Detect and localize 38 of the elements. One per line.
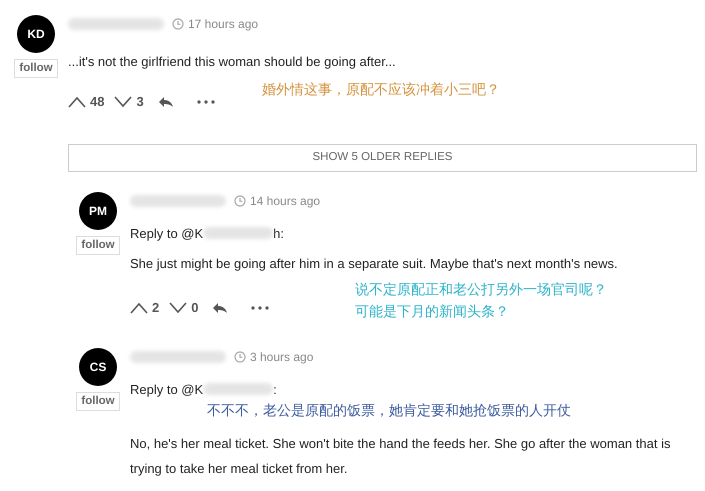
downvote-button[interactable]: 3 xyxy=(114,92,144,112)
chevron-down-icon xyxy=(114,96,132,108)
upvote-button[interactable]: 48 xyxy=(68,92,104,112)
avatar: PM xyxy=(79,192,117,230)
chevron-up-icon xyxy=(130,302,148,314)
post-time: 17 hours ago xyxy=(172,15,258,33)
annotation-text: 婚外情这事，原配不应该冲着小三吧？ xyxy=(262,81,500,100)
show-older-replies-button[interactable]: SHOW 5 OLDER REPLIES xyxy=(68,144,697,172)
follow-button[interactable]: follow xyxy=(14,59,58,78)
reply-to-text: h: xyxy=(273,224,284,242)
more-icon[interactable] xyxy=(250,304,270,311)
reply-icon[interactable] xyxy=(158,96,174,108)
annotation-text: 说不定原配正和老公打另外一场官司呢？ xyxy=(355,280,607,300)
annotation-text: 可能是下月的新闻头条？ xyxy=(355,302,510,322)
annotation-text: 不不不，老公是原配的饭票，她肯定要和她抢饭票的人开仗 xyxy=(207,402,571,420)
avatar: CS xyxy=(79,348,117,386)
comment-text: She just might be going after him in a separate suit. Maybe that's next month's news. xyxy=(130,255,619,273)
reply-to-text: : xyxy=(273,380,277,398)
more-icon[interactable] xyxy=(196,98,216,105)
clock-icon xyxy=(172,18,184,30)
downvote-button[interactable]: 0 xyxy=(169,298,198,318)
reply-to-text: Reply to @K xyxy=(130,380,204,399)
reply-to-text: Reply to @K xyxy=(130,224,204,243)
comment-text: ...it's not the girlfriend this woman should be going after... xyxy=(68,53,397,71)
post-time: 3 hours ago xyxy=(234,348,314,366)
clock-icon xyxy=(234,194,246,206)
upvote-button[interactable]: 2 xyxy=(130,298,160,318)
chevron-up-icon xyxy=(68,96,86,108)
chevron-down-icon xyxy=(169,302,188,314)
reply-icon[interactable] xyxy=(212,302,228,314)
redacted-username xyxy=(203,383,274,396)
avatar: KD xyxy=(17,15,55,53)
follow-button[interactable]: follow xyxy=(76,236,120,254)
follow-button[interactable]: follow xyxy=(76,392,120,410)
redacted-username xyxy=(203,227,274,240)
comment-text: No, he's her meal ticket. She won't bite the hand the feeds her. She go after the woman that is trying to take her meal ticket from her. xyxy=(130,435,672,478)
post-time: 14 hours ago xyxy=(234,192,320,210)
clock-icon xyxy=(234,350,246,362)
